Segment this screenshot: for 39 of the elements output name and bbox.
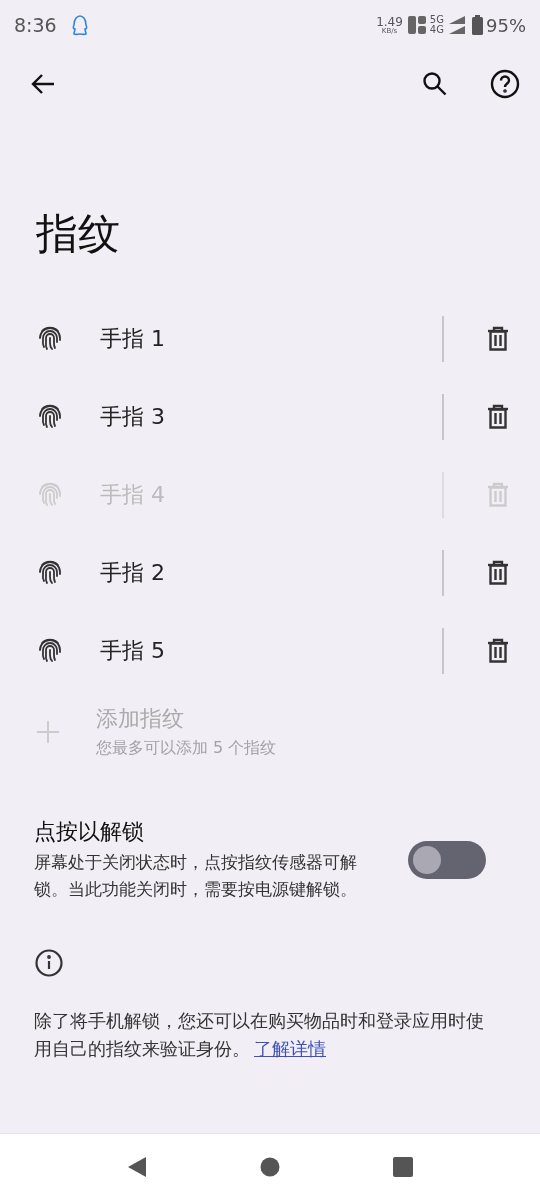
fingerprint-icon [36,403,64,431]
toggle-switch[interactable] [408,841,486,879]
network-type: 5G [429,15,444,25]
ghost-icon [70,14,89,36]
square-icon [393,1157,414,1177]
sim-cards-icon [406,15,427,35]
battery-icon [472,15,483,35]
fingerprint-icon [36,637,64,665]
plus-icon [36,719,60,744]
setting-title: 点按以解锁 [34,818,145,846]
fingerprint-name[interactable]: 手指 2 [100,558,442,588]
trash-icon [486,404,510,430]
trash-icon [486,560,510,586]
network-type: 4G [429,25,444,35]
setting-description: 屏幕处于关闭状态时，点按指纹传感器可解锁。当此功能关闭时，需要按电源键解锁。 [34,852,358,901]
triangle-icon [126,1156,147,1178]
info-icon [35,949,63,977]
fingerprint-name[interactable]: 手指 5 [100,636,442,666]
add-fingerprint-label: 添加指纹 [96,705,185,733]
fingerprint-name[interactable]: 手指 3 [100,402,442,432]
signal-icon [448,15,466,35]
info-text: 除了将手机解锁，您还可以在购买物品时和登录应用时使用自己的指纹来验证身份。 了解详情 [34,1010,484,1061]
fingerprint-icon [36,559,64,587]
fingerprint-icon [36,481,64,509]
battery-level: 95% [486,14,526,36]
page-title: 指纹 [36,208,121,260]
trash-icon [486,638,510,664]
clock: 8:36 [14,14,57,36]
fingerprint-icon [36,325,64,353]
circle-icon [260,1157,280,1177]
back-arrow-icon [30,72,56,96]
help-icon [490,69,520,99]
learn-more-link[interactable]: 了解详情 [254,1039,326,1059]
network-speed: 1.49 [376,15,403,28]
search-icon [422,71,448,97]
add-fingerprint-hint: 您最多可以添加 5 个指纹 [96,738,277,759]
fingerprint-name[interactable]: 手指 1 [100,324,442,354]
trash-icon [486,482,510,508]
trash-icon [486,326,510,352]
